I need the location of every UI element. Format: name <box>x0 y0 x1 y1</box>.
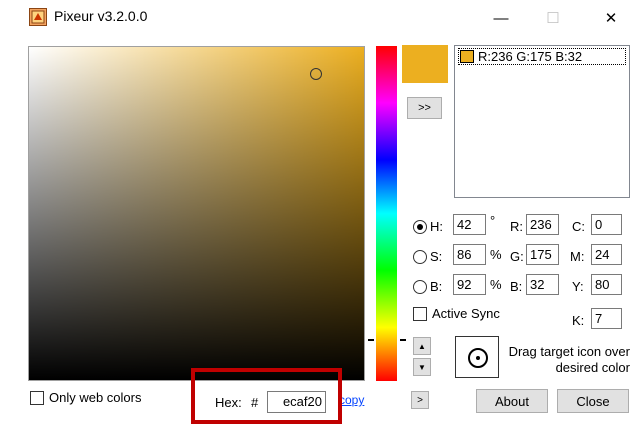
expand-button[interactable]: >> <box>407 97 442 119</box>
history-swatch <box>460 50 474 63</box>
blue-label: B: <box>510 279 523 294</box>
color-picker-area[interactable] <box>28 46 365 381</box>
target-hint-text: Drag target icon over desired color <box>508 344 630 375</box>
brightness-label: B: <box>430 279 443 294</box>
history-item-label: R:236 G:175 B:32 <box>478 49 583 64</box>
spin-down-button[interactable]: ▼ <box>413 358 431 376</box>
close-window-button[interactable]: ✕ <box>588 3 634 33</box>
copy-link[interactable]: copy <box>339 393 364 407</box>
red-field[interactable]: 236 <box>526 214 559 235</box>
blue-field[interactable]: 32 <box>526 274 559 295</box>
hue-label: H: <box>430 219 443 234</box>
key-label: K: <box>572 313 585 328</box>
saturation-label: S: <box>430 249 443 264</box>
magenta-label: M: <box>570 249 585 264</box>
magenta-field[interactable]: 24 <box>591 244 622 265</box>
drag-target[interactable] <box>455 336 499 378</box>
spin-up-button[interactable]: ▲ <box>413 337 431 355</box>
cyan-field[interactable]: 0 <box>591 214 622 235</box>
about-button[interactable]: About <box>476 389 548 413</box>
color-history-list[interactable]: R:236 G:175 B:32 <box>454 45 630 198</box>
active-sync-checkbox[interactable] <box>413 307 427 321</box>
close-button[interactable]: Close <box>557 389 629 413</box>
hue-marker-left[interactable] <box>368 339 374 341</box>
yellow-field[interactable]: 80 <box>591 274 622 295</box>
hue-field[interactable]: 42 <box>453 214 486 235</box>
app-icon <box>29 8 47 26</box>
hue-unit: ° <box>490 213 496 228</box>
current-color-swatch <box>402 45 448 83</box>
saturation-unit: % <box>490 247 502 262</box>
saturation-radio[interactable] <box>413 250 427 264</box>
only-web-colors-checkbox[interactable] <box>30 391 44 405</box>
active-sync-label: Active Sync <box>432 306 500 321</box>
brightness-gradient <box>29 47 364 380</box>
picker-cursor-icon[interactable] <box>310 68 322 80</box>
maximize-button[interactable]: ☐ <box>530 3 576 33</box>
yellow-label: Y: <box>572 279 584 294</box>
green-label: G: <box>510 249 524 264</box>
hue-radio[interactable] <box>413 220 427 234</box>
hex-highlight-annotation <box>191 368 342 424</box>
red-label: R: <box>510 219 523 234</box>
list-item[interactable]: R:236 G:175 B:32 <box>458 48 626 65</box>
brightness-field[interactable]: 92 <box>453 274 486 295</box>
cyan-label: C: <box>572 219 585 234</box>
minimize-button[interactable]: — <box>478 3 524 33</box>
title-bar: Pixeur v3.2.0.0 — ☐ ✕ <box>0 0 638 36</box>
hue-marker-right[interactable] <box>400 339 406 341</box>
key-field[interactable]: 7 <box>591 308 622 329</box>
brightness-unit: % <box>490 277 502 292</box>
only-web-colors-label: Only web colors <box>49 390 142 405</box>
small-arrow-button[interactable]: > <box>411 391 429 409</box>
brightness-radio[interactable] <box>413 280 427 294</box>
hue-slider[interactable] <box>376 46 397 381</box>
saturation-field[interactable]: 86 <box>453 244 486 265</box>
target-center-icon <box>476 356 480 360</box>
green-field[interactable]: 175 <box>526 244 559 265</box>
window-title: Pixeur v3.2.0.0 <box>54 8 148 24</box>
